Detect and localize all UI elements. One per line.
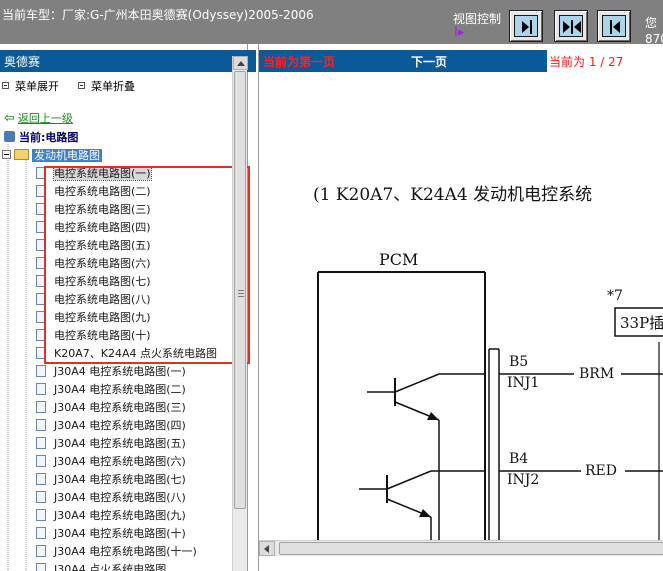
first-page-indicator: 当前为第一页 — [263, 55, 336, 69]
connector-label: 33P插 — [620, 314, 663, 332]
view-control-arrow-icon[interactable]: I▸ — [454, 26, 464, 40]
scroll-up-arrow-icon[interactable] — [233, 56, 248, 70]
page-number-indicator: 当前为 1 / 27 — [547, 50, 663, 72]
view-collapse-left-button[interactable] — [509, 10, 543, 42]
back-arrow-icon: ⇦ — [4, 111, 15, 126]
view-split-button[interactable] — [554, 10, 588, 42]
document-icon — [36, 527, 46, 539]
note-label: *7 — [607, 288, 623, 304]
pin-b4-label: B4 — [509, 451, 528, 467]
scrollbar-grip-icon — [238, 290, 244, 297]
tree-collapse-icon[interactable] — [2, 150, 11, 159]
tree-item[interactable]: J30A4 电控系统电路图(十一) — [36, 543, 197, 560]
menu-collapse-button[interactable]: 菜单折叠 — [78, 78, 135, 94]
computer-icon — [4, 131, 15, 142]
wire-brm-label: BRM — [579, 366, 614, 382]
page-navigation-bar: 当前为第一页 下一页 当前为 1 / 27 — [259, 50, 663, 72]
document-icon — [36, 383, 46, 395]
document-icon — [36, 419, 46, 431]
red-highlight-annotation — [44, 166, 250, 364]
document-icon — [36, 509, 46, 521]
scroll-left-arrow-icon[interactable] — [259, 541, 275, 556]
top-right-text: 您 — [645, 16, 658, 30]
document-icon — [36, 365, 46, 377]
document-icon — [36, 563, 46, 571]
pcm-label: PCM — [379, 250, 418, 269]
view-collapse-right-button[interactable] — [597, 10, 631, 42]
expand-box-icon — [2, 82, 9, 89]
tree-item[interactable]: J30A4 电控系统电路图(六) — [36, 453, 186, 470]
pin-inj1-label: INJ1 — [507, 375, 539, 391]
back-row[interactable]: ⇦ 返回上一级 — [4, 110, 73, 127]
wire-red-label: RED — [585, 463, 617, 479]
back-link[interactable]: 返回上一级 — [18, 112, 73, 125]
document-icon — [36, 473, 46, 485]
pin-b5-label: B5 — [509, 354, 528, 370]
tree-item[interactable]: J30A4 电控系统电路图(四) — [36, 417, 186, 434]
current-location: 当前:电路图 — [4, 129, 78, 146]
tree-item[interactable]: J30A4 电控系统电路图(二) — [36, 381, 186, 398]
content-panel: 当前为第一页 下一页 当前为 1 / 27 (1 K20A7、K24A4 发动机… — [258, 44, 663, 571]
document-icon — [36, 437, 46, 449]
horizontal-scrollbar-thumb[interactable] — [279, 542, 663, 555]
horizontal-scrollbar[interactable] — [259, 540, 663, 556]
folder-open-icon — [14, 149, 29, 160]
tree-item[interactable]: J30A4 电控系统电路图(七) — [36, 471, 186, 488]
diagram-title: (1 K20A7、K24A4 发动机电控系统 — [313, 185, 592, 205]
title-bar: 当前车型：厂家:G-广州本田奥德赛(Odyssey)2005-2006 视图控制… — [0, 0, 663, 46]
document-icon — [36, 545, 46, 557]
arrow-right-bar-icon — [514, 15, 538, 37]
left-vertical-scrollbar[interactable] — [232, 56, 248, 571]
menu-expand-button[interactable]: 菜单展开 — [2, 78, 59, 94]
tree-item[interactable]: J30A4 电控系统电路图(九) — [36, 507, 186, 524]
tree-item[interactable]: J30A4 点火系统电路图 — [36, 561, 166, 571]
document-icon — [36, 455, 46, 467]
document-icon — [36, 401, 46, 413]
tree-folder-engine[interactable]: 发动机电路图 — [2, 147, 102, 164]
vehicle-title: 当前车型：厂家:G-广州本田奥德赛(Odyssey)2005-2006 — [2, 8, 314, 22]
arrow-left-bar-icon — [602, 15, 626, 37]
left-panel-title: 奥德赛 — [0, 50, 256, 72]
next-page-link[interactable]: 下一页 — [411, 53, 447, 70]
circuit-diagram: (1 K20A7、K24A4 发动机电控系统 PCM *7 33P插 B5 IN… — [259, 72, 663, 540]
tree-item[interactable]: J30A4 电控系统电路图(八) — [36, 489, 186, 506]
pin-inj2-label: INJ2 — [507, 472, 539, 488]
tree-item[interactable]: J30A4 电控系统电路图(十) — [36, 525, 186, 542]
scrollbar-thumb[interactable] — [234, 71, 246, 509]
tree-item[interactable]: J30A4 电控系统电路图(一) — [36, 363, 186, 380]
collapse-box-icon — [78, 82, 85, 89]
double-arrow-icon — [559, 15, 583, 37]
tree-item[interactable]: J30A4 电控系统电路图(五) — [36, 435, 186, 452]
tree-item[interactable]: J30A4 电控系统电路图(三) — [36, 399, 186, 416]
document-icon — [36, 491, 46, 503]
